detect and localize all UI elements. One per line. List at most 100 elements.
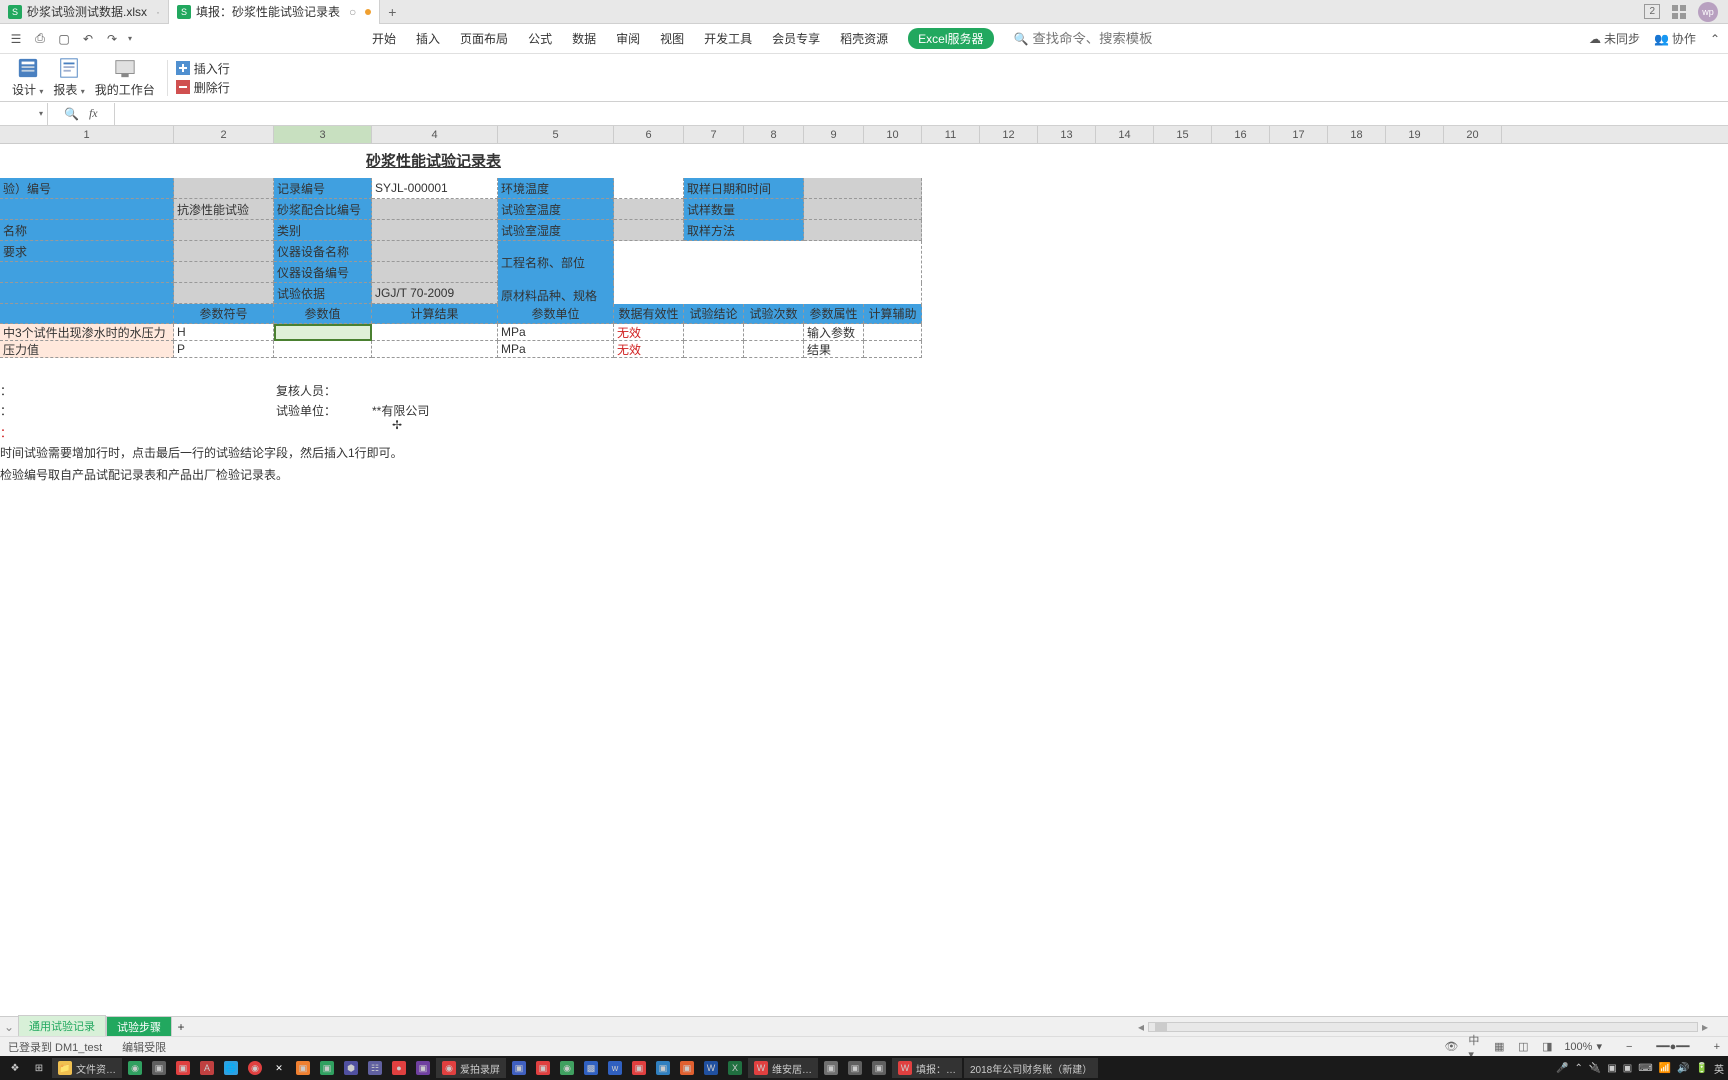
cell[interactable]: 结果 [804, 341, 864, 358]
insert-row-button[interactable]: 插入行 [176, 60, 230, 77]
cell[interactable] [804, 220, 922, 241]
col-header-19[interactable]: 19 [1386, 126, 1444, 143]
cell[interactable] [174, 241, 274, 262]
taskbar-item-recorder[interactable]: ◉爱拍录屏 [436, 1058, 506, 1078]
close-icon[interactable]: ○ [349, 5, 356, 19]
col-header[interactable]: 参数符号 [174, 304, 274, 324]
taskbar-app[interactable]: ▣ [148, 1058, 170, 1078]
cell[interactable] [744, 341, 804, 358]
cell[interactable] [372, 220, 498, 241]
tab-member[interactable]: 会员专享 [772, 30, 820, 47]
add-sheet-button[interactable]: + [172, 1020, 190, 1034]
cell[interactable]: 无效 [614, 341, 684, 358]
taskbar-item-wa[interactable]: W维安居… [748, 1058, 818, 1078]
cell[interactable]: 取样日期和时间 [684, 178, 804, 199]
taskbar-app[interactable]: ▣ [844, 1058, 866, 1078]
cell[interactable]: 工程名称、部位 [498, 241, 614, 283]
col-header-20[interactable]: 20 [1444, 126, 1502, 143]
col-header-16[interactable]: 16 [1212, 126, 1270, 143]
menu-icon[interactable]: ☰ [8, 31, 24, 47]
workspace-button[interactable]: 我的工作台 [91, 57, 159, 98]
col-header-6[interactable]: 6 [614, 126, 684, 143]
col-header-11[interactable]: 11 [922, 126, 980, 143]
dropdown-icon[interactable]: ▾ [1596, 1040, 1602, 1053]
cell[interactable]: 试验依据 [274, 283, 372, 304]
apps-icon[interactable] [1672, 5, 1686, 19]
cell[interactable] [372, 262, 498, 283]
cell[interactable] [0, 304, 174, 324]
col-header-17[interactable]: 17 [1270, 126, 1328, 143]
cell[interactable]: 输入参数 [804, 324, 864, 341]
col-header-9[interactable]: 9 [804, 126, 864, 143]
taskbar-app[interactable]: ▩ [580, 1058, 602, 1078]
col-header-5[interactable]: 5 [498, 126, 614, 143]
tab-excel-server[interactable]: Excel服务器 [908, 28, 993, 49]
tray-icon[interactable]: ⌨ [1638, 1063, 1652, 1074]
taskbar-app[interactable]: ▣ [532, 1058, 554, 1078]
cell[interactable] [864, 341, 922, 358]
cell[interactable] [684, 324, 744, 341]
tab-insert[interactable]: 插入 [416, 30, 440, 47]
col-header-4[interactable]: 4 [372, 126, 498, 143]
tray-icon[interactable]: 🔊 [1677, 1063, 1689, 1074]
tray-icon[interactable]: ▣ [1623, 1063, 1632, 1074]
search-button[interactable]: ⊞ [28, 1058, 50, 1078]
cell[interactable]: SYJL-000001 [372, 178, 498, 199]
tray-icon[interactable]: ⌃ [1574, 1063, 1582, 1074]
taskbar-app[interactable]: X [724, 1058, 746, 1078]
taskbar-app[interactable]: ◉ [556, 1058, 578, 1078]
col-header-8[interactable]: 8 [744, 126, 804, 143]
cell[interactable] [0, 262, 174, 283]
name-box[interactable]: ▾ [0, 103, 48, 125]
cell[interactable] [614, 241, 922, 283]
tray-icon[interactable]: 🔌 [1589, 1063, 1601, 1074]
cell[interactable] [0, 283, 174, 304]
taskbar-item-files[interactable]: 📁文件资… [52, 1058, 122, 1078]
cell[interactable]: H [174, 324, 274, 341]
col-header[interactable]: 参数属性 [804, 304, 864, 324]
cell[interactable] [372, 324, 498, 341]
cell[interactable]: JGJ/T 70-2009 [372, 283, 498, 304]
cell[interactable] [372, 341, 498, 358]
sheet-nav-expand[interactable]: ⌄ [0, 1020, 18, 1034]
cell[interactable]: 取样方法 [684, 220, 804, 241]
col-header[interactable]: 参数值 [274, 304, 372, 324]
col-header[interactable]: 计算辅助 [864, 304, 922, 324]
taskbar-app[interactable]: ⬢ [340, 1058, 362, 1078]
col-header-13[interactable]: 13 [1038, 126, 1096, 143]
dropdown-icon[interactable]: ▾ [128, 34, 132, 43]
zoom-slider[interactable]: ━━●━━ [1656, 1040, 1689, 1053]
taskbar-app[interactable]: ▣ [676, 1058, 698, 1078]
cell[interactable]: MPa [498, 324, 614, 341]
cell[interactable]: 试样数量 [684, 199, 804, 220]
start-button[interactable]: ❖ [4, 1058, 26, 1078]
horizontal-scrollbar[interactable]: ◂ ▸ [190, 1020, 1728, 1034]
zoom-out-icon[interactable]: − [1626, 1041, 1632, 1053]
scroll-right-icon[interactable]: ▸ [1702, 1020, 1708, 1034]
cell[interactable]: P [174, 341, 274, 358]
zoom-control[interactable]: 100% ▾ − ━━●━━ + [1564, 1040, 1720, 1053]
cell[interactable] [804, 199, 922, 220]
taskbar-app[interactable]: ▣ [820, 1058, 842, 1078]
sheet-tab-1[interactable]: 通用试验记录 [18, 1015, 106, 1038]
tab-data[interactable]: 数据 [572, 30, 596, 47]
tab-view[interactable]: 视图 [660, 30, 684, 47]
cell[interactable] [614, 220, 684, 241]
design-button[interactable]: 设计 ▾ [8, 57, 47, 98]
cell[interactable] [614, 199, 684, 220]
taskbar-app[interactable]: A [196, 1058, 218, 1078]
eye-icon[interactable]: 👁 [1444, 1040, 1458, 1054]
tab-dev[interactable]: 开发工具 [704, 30, 752, 47]
col-header-14[interactable]: 14 [1096, 126, 1154, 143]
tray-icon[interactable]: ▣ [1607, 1063, 1616, 1074]
cell[interactable] [372, 241, 498, 262]
dropdown-icon[interactable]: ▾ [39, 109, 43, 118]
user-avatar[interactable]: wp [1698, 2, 1718, 22]
cell[interactable]: 仪器设备编号 [274, 262, 372, 283]
scrollbar-track[interactable] [1148, 1022, 1698, 1032]
sync-button[interactable]: ☁ 未同步 [1589, 30, 1640, 47]
cell[interactable] [804, 178, 922, 199]
col-header-3[interactable]: 3 [274, 126, 372, 143]
col-header-1[interactable]: 1 [0, 126, 174, 143]
tab-resources[interactable]: 稻壳资源 [840, 30, 888, 47]
